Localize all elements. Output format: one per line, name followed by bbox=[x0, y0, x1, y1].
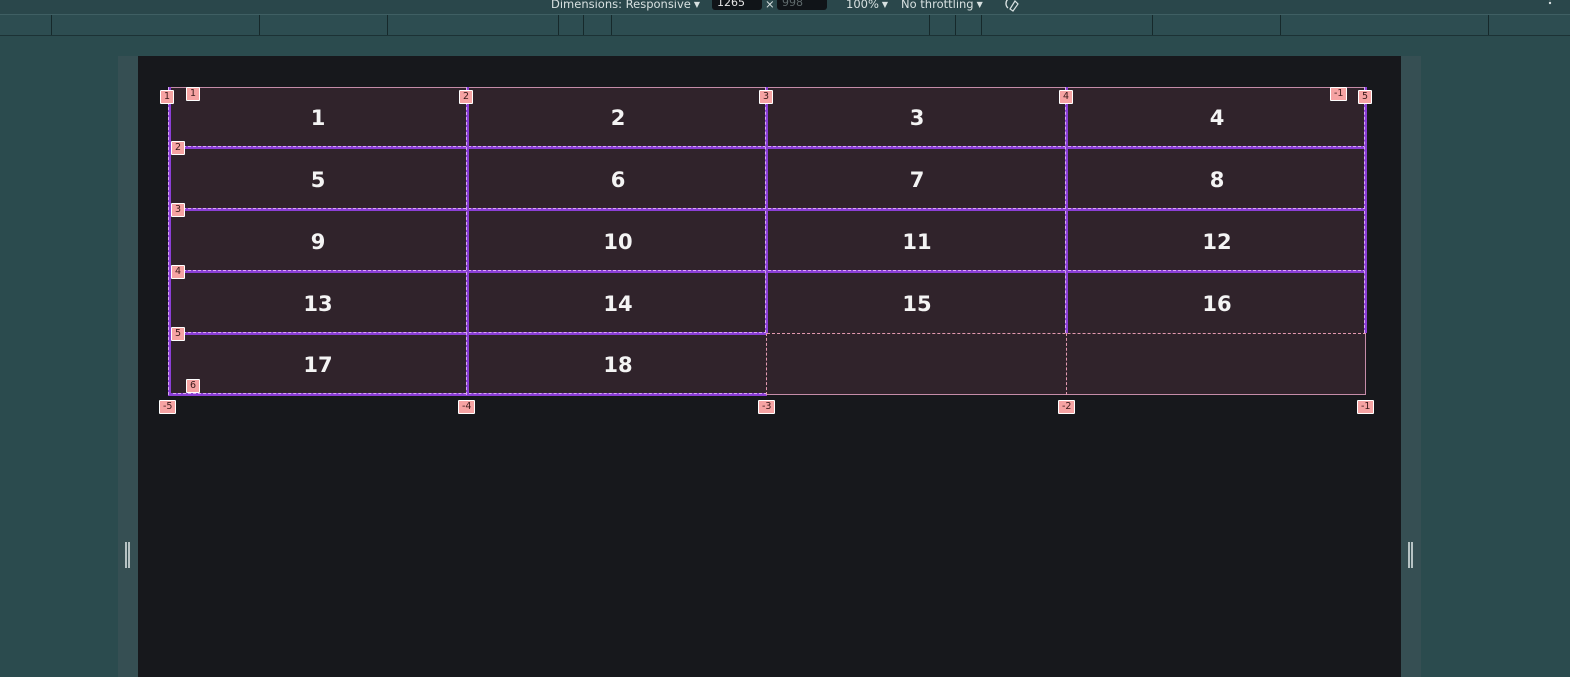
grid-line-number-badge: 3 bbox=[759, 90, 774, 104]
throttling-label: No throttling bbox=[901, 0, 974, 11]
chevron-down-icon: ▼ bbox=[693, 0, 701, 9]
grid-cell: 11 bbox=[902, 230, 932, 254]
grid-cell: 9 bbox=[310, 230, 326, 254]
grid-line-number-badge: -1 bbox=[1357, 400, 1375, 414]
ruler-tick[interactable] bbox=[259, 15, 260, 35]
grid-line-number-badge: -4 bbox=[458, 400, 476, 414]
grid-cell: 5 bbox=[310, 168, 326, 192]
right-resize-handle[interactable] bbox=[1408, 542, 1414, 568]
ruler-tick[interactable] bbox=[51, 15, 52, 35]
chevron-down-icon: ▼ bbox=[881, 0, 889, 9]
chevron-down-icon: ▼ bbox=[976, 0, 983, 9]
height-input[interactable]: 998 bbox=[777, 0, 827, 10]
rotate-icon[interactable] bbox=[1004, 0, 1022, 12]
grid-line-number-badge: 2 bbox=[459, 90, 474, 104]
ruler-tick[interactable] bbox=[1280, 15, 1281, 35]
grid-line-number-badge: 3 bbox=[171, 203, 186, 217]
zoom-label: 100% bbox=[846, 0, 879, 11]
grid-cell: 16 bbox=[1202, 292, 1232, 316]
grid-line-number-badge: -1 bbox=[1330, 87, 1348, 101]
media-query-ruler[interactable] bbox=[0, 14, 1570, 36]
throttling-select[interactable]: No throttling ▼ bbox=[901, 0, 983, 13]
grid-line-number-badge: 5 bbox=[171, 327, 186, 341]
grid-cell: 1 bbox=[310, 106, 326, 130]
grid-column-line-implicit bbox=[1066, 333, 1067, 395]
ruler-tick[interactable] bbox=[1152, 15, 1153, 35]
ruler-tick[interactable] bbox=[981, 15, 982, 35]
ruler-tick[interactable] bbox=[929, 15, 930, 35]
grid-cell: 3 bbox=[909, 106, 925, 130]
more-vertical-icon[interactable] bbox=[1546, 0, 1554, 11]
grid-line-number-badge: -3 bbox=[758, 400, 776, 414]
dimensions-label: Dimensions: Responsive bbox=[551, 0, 691, 11]
left-resize-handle[interactable] bbox=[125, 542, 131, 568]
grid-column-line bbox=[1065, 87, 1068, 333]
grid-line-number-badge: 6 bbox=[186, 379, 201, 393]
zoom-select[interactable]: 100% ▼ bbox=[846, 0, 888, 13]
ruler-tick[interactable] bbox=[955, 15, 956, 35]
grid-cell: 6 bbox=[610, 168, 626, 192]
grid-line-number-badge: 1 bbox=[186, 87, 201, 101]
grid-cell: 8 bbox=[1209, 168, 1225, 192]
grid-line-number-badge: -5 bbox=[159, 400, 177, 414]
width-input[interactable]: 1265 bbox=[712, 0, 762, 10]
dimensions-select[interactable]: Dimensions: Responsive ▼ bbox=[551, 0, 700, 13]
grid-line-number-badge: 5 bbox=[1358, 90, 1373, 104]
devtools-toolbar: Dimensions: Responsive ▼ 1265 × 998 100% ▼… bbox=[0, 0, 1570, 14]
grid-cell: 10 bbox=[603, 230, 633, 254]
grid-cell: 17 bbox=[303, 353, 333, 377]
grid-line-number-badge: 2 bbox=[171, 141, 186, 155]
grid-column-line bbox=[466, 87, 469, 395]
dimension-separator: × bbox=[765, 0, 775, 11]
grid-column-line bbox=[168, 87, 171, 395]
ruler-tick[interactable] bbox=[558, 15, 559, 35]
ruler-tick[interactable] bbox=[583, 15, 584, 35]
grid-cell: 7 bbox=[909, 168, 925, 192]
grid-line-number-badge: -2 bbox=[1058, 400, 1076, 414]
grid-line-number-badge: 4 bbox=[171, 265, 186, 279]
ruler-tick[interactable] bbox=[611, 15, 612, 35]
grid-cell: 4 bbox=[1209, 106, 1225, 130]
grid-cell: 15 bbox=[902, 292, 932, 316]
grid-cell: 14 bbox=[603, 292, 633, 316]
grid-line-number-badge: 1 bbox=[160, 90, 175, 104]
grid-cell: 13 bbox=[303, 292, 333, 316]
ruler-tick[interactable] bbox=[387, 15, 388, 35]
grid-line-number-badge: 4 bbox=[1059, 90, 1074, 104]
grid-cell: 18 bbox=[603, 353, 633, 377]
grid-column-line bbox=[765, 87, 768, 333]
grid-column-line-implicit bbox=[766, 333, 767, 395]
grid-column-line bbox=[1364, 87, 1367, 333]
grid-cell: 2 bbox=[610, 106, 626, 130]
grid-cell: 12 bbox=[1202, 230, 1232, 254]
ruler-tick[interactable] bbox=[1488, 15, 1489, 35]
